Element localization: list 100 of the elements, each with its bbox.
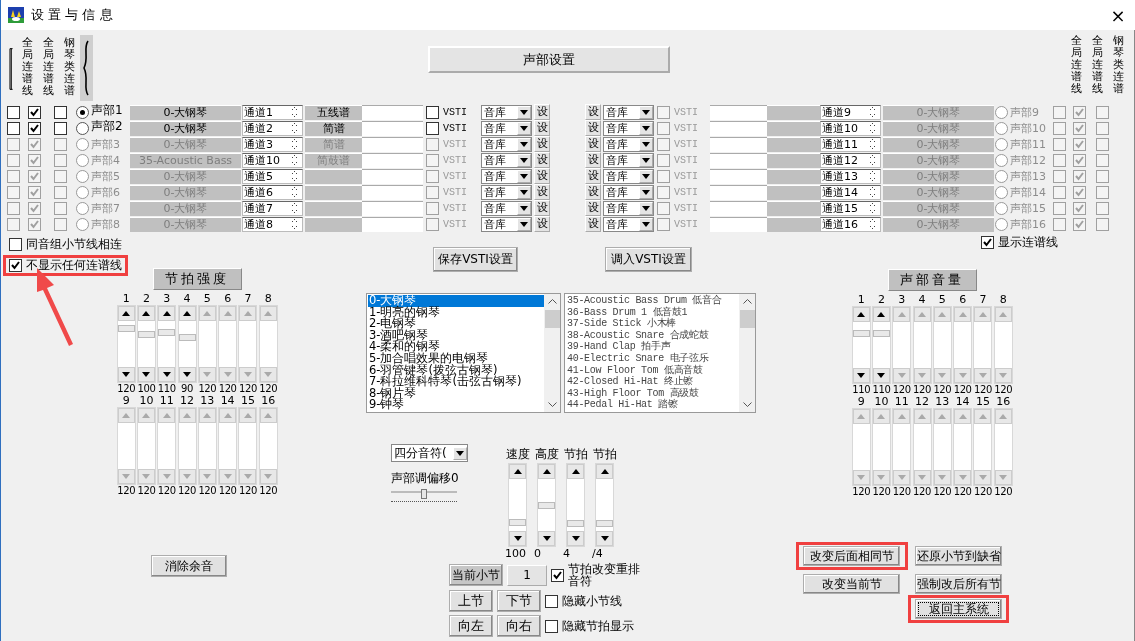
set-button[interactable]: 设 [534, 104, 550, 120]
bank-dropdown[interactable]: 音库 [481, 120, 532, 136]
up-arrow-button[interactable] [852, 307, 870, 322]
input-field[interactable] [710, 200, 767, 216]
voice-volume-button[interactable]: 声部音量 [887, 269, 977, 291]
radio-button[interactable] [76, 105, 89, 119]
input-field[interactable] [362, 168, 423, 184]
slider-thumb[interactable] [158, 328, 176, 336]
down-arrow-button[interactable] [137, 367, 155, 382]
load-vsti-button[interactable]: 调入VSTI设置 [605, 247, 692, 272]
up-arrow-button[interactable] [178, 306, 196, 321]
action-button[interactable]: 改变后面相同节 [803, 546, 900, 566]
save-vsti-button[interactable]: 保存VSTI设置 [433, 247, 518, 272]
checkbox[interactable] [28, 121, 41, 135]
checkbox[interactable] [54, 121, 67, 135]
up-arrow-button[interactable] [538, 464, 555, 479]
list-item[interactable]: 1-明亮的钢琴 [368, 306, 544, 319]
input-field[interactable] [710, 184, 767, 200]
notation-button[interactable] [767, 152, 820, 168]
slider-thumb[interactable] [567, 519, 584, 527]
nav-button[interactable]: 下节 [497, 590, 541, 612]
up-arrow-button[interactable] [567, 464, 584, 479]
slider-thumb[interactable] [538, 501, 555, 509]
notation-button[interactable] [305, 216, 362, 232]
scrollbar-thumb[interactable] [544, 310, 560, 328]
nav-button[interactable]: 向右 [497, 615, 541, 637]
input-field[interactable] [710, 152, 767, 168]
input-field[interactable] [362, 184, 423, 200]
up-arrow-button[interactable] [509, 464, 526, 479]
scrollbar-thumb[interactable] [739, 310, 755, 328]
list-item[interactable]: 5-加合唱效果的电钢琴 [368, 352, 544, 365]
down-arrow-button[interactable] [509, 531, 526, 546]
slider-thumb[interactable] [137, 331, 155, 339]
bank-dropdown[interactable]: 音库 [481, 104, 532, 120]
notation-button[interactable] [767, 120, 820, 136]
brace-button[interactable] [79, 35, 93, 101]
vertical-slider[interactable] [177, 305, 197, 383]
instrument-button[interactable]: 0-大钢琴 [130, 120, 241, 136]
input-field[interactable] [362, 120, 423, 136]
instrument-button[interactable]: 0-大钢琴 [130, 104, 241, 120]
up-arrow-button[interactable] [872, 307, 890, 322]
down-arrow-button[interactable] [178, 367, 196, 382]
vertical-slider[interactable] [595, 463, 614, 547]
down-arrow-button[interactable] [538, 531, 555, 546]
action-button[interactable]: 强制改后所有节 [915, 574, 1002, 594]
list-item[interactable]: 42-Closed Hi-Hat 终止镲 [566, 376, 739, 388]
checkbox[interactable] [54, 105, 67, 119]
input-field[interactable] [362, 104, 423, 120]
input-field[interactable] [710, 216, 767, 232]
action-button[interactable]: 还原小节到缺省 [915, 546, 1002, 566]
slider-thumb[interactable] [178, 334, 196, 342]
notation-button[interactable] [767, 216, 820, 232]
checkbox[interactable] [7, 121, 20, 135]
down-arrow-button[interactable] [596, 531, 613, 546]
notation-button[interactable] [305, 200, 362, 216]
nav-button[interactable]: 上节 [449, 590, 493, 612]
list-item[interactable]: 39-Hand Clap 拍手声 [566, 341, 739, 353]
vertical-slider[interactable] [851, 306, 871, 384]
action-button[interactable]: 返回主系统 [915, 599, 1002, 619]
down-arrow-button[interactable] [872, 368, 890, 383]
note-value-dropdown[interactable]: 四分音符( [391, 444, 468, 462]
slider-thumb[interactable] [852, 329, 870, 337]
input-field[interactable] [710, 104, 767, 120]
vertical-slider[interactable] [566, 463, 585, 547]
input-field[interactable] [710, 168, 767, 184]
slider-thumb[interactable] [872, 329, 890, 337]
vertical-slider[interactable] [871, 306, 891, 384]
up-arrow-button[interactable] [596, 464, 613, 479]
slider-thumb[interactable] [117, 324, 135, 332]
list-item[interactable]: 0-大钢琴 [368, 295, 544, 307]
vertical-slider[interactable] [537, 463, 556, 547]
voice-settings-button[interactable]: 声部设置 [428, 46, 670, 73]
notation-button[interactable] [767, 136, 820, 152]
slider-thumb[interactable] [421, 489, 427, 499]
notation-button[interactable] [767, 168, 820, 184]
checkbox[interactable] [28, 105, 41, 119]
list-item[interactable]: 44-Pedal Hi-Hat 踏镲 [566, 399, 739, 411]
down-arrow-button[interactable] [158, 367, 176, 382]
up-arrow-button[interactable] [137, 306, 155, 321]
vertical-slider[interactable] [508, 463, 527, 547]
vertical-slider[interactable] [116, 305, 136, 383]
list-item[interactable]: 4-柔和的钢琴 [368, 341, 544, 353]
radio-button[interactable] [76, 121, 89, 135]
checkbox[interactable] [545, 619, 558, 633]
notation-button[interactable]: 简谱 [305, 120, 362, 136]
list-item[interactable]: 7-科拉维科特琴(击弦古钢琴) [368, 376, 544, 388]
vertical-slider[interactable] [157, 305, 177, 383]
notation-button[interactable] [767, 104, 820, 120]
up-arrow-button[interactable] [158, 306, 176, 321]
list-item[interactable]: 38-Acoustic Snare 合成蛇鼓 [566, 329, 739, 342]
action-button[interactable]: 改变当前节 [803, 574, 900, 594]
checkbox[interactable] [426, 121, 439, 135]
list-item[interactable]: 9-钟琴 [368, 399, 544, 411]
scrollbar[interactable] [739, 294, 755, 412]
input-field[interactable] [362, 152, 423, 168]
clear-reverb-button[interactable]: 消除余音 [151, 555, 227, 577]
list-item[interactable]: 36-Bass Drum 1 低音鼓1 [566, 306, 739, 319]
checkbox[interactable] [7, 105, 20, 119]
list-item[interactable]: 43-High Floor Tom 高级鼓 [566, 387, 739, 400]
down-arrow-button[interactable] [117, 367, 135, 382]
